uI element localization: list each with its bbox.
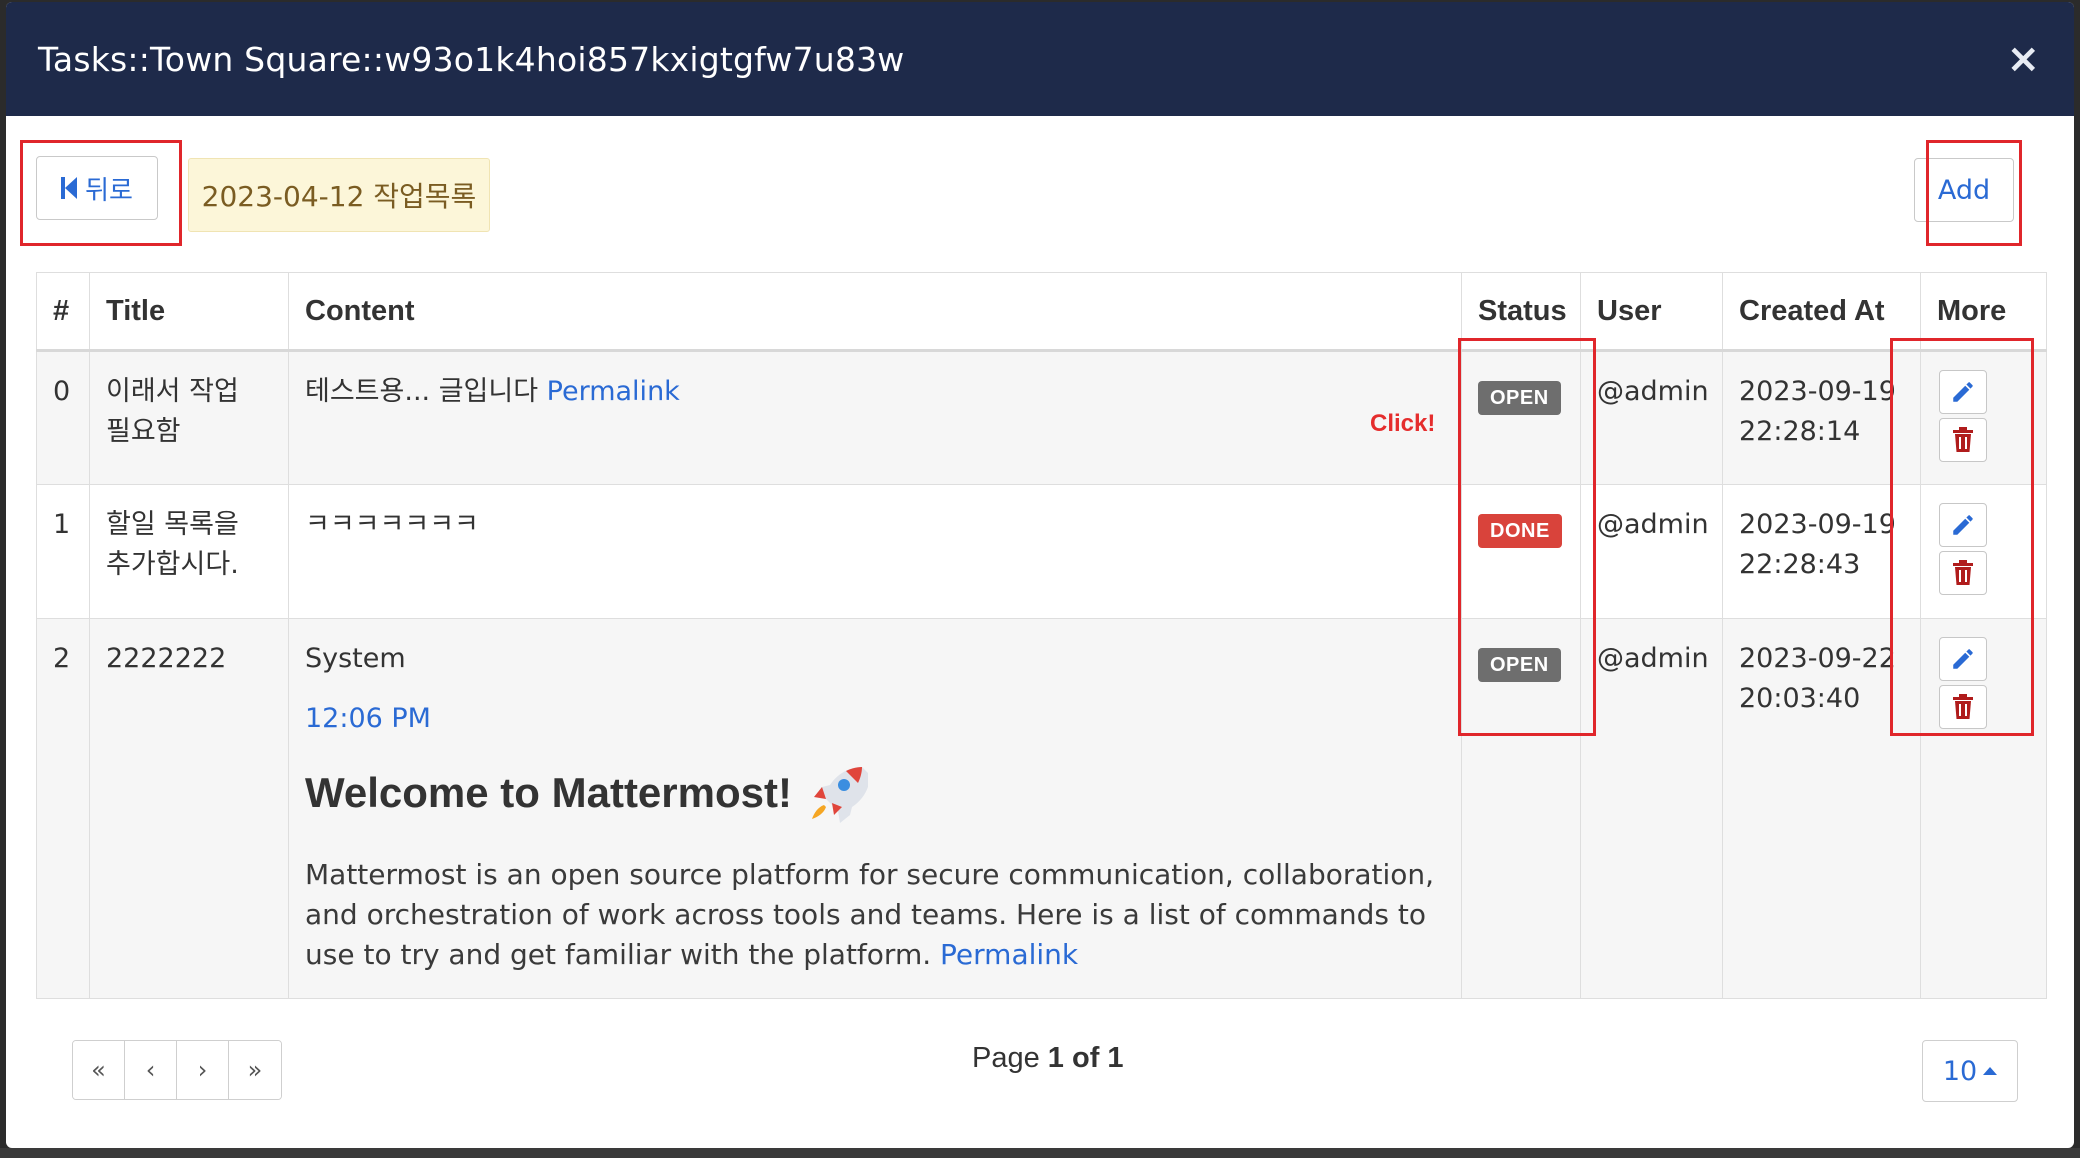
row-status: OPEN: [1461, 618, 1581, 999]
row-created-at: 2023-09-19 22:28:14: [1722, 350, 1921, 485]
rocket-icon: [811, 767, 868, 823]
row-created-at: 2023-09-22 20:03:40: [1722, 618, 1921, 999]
col-header-user: User: [1580, 272, 1723, 352]
message-body-text: Mattermost is an open source platform fo…: [305, 858, 1435, 971]
row-status: OPEN: [1461, 350, 1581, 485]
content-text: 테스트용... 글입니다: [305, 376, 539, 407]
trash-icon: [1953, 427, 1973, 452]
add-button[interactable]: Add: [1914, 158, 2014, 222]
delete-button[interactable]: [1939, 551, 1987, 595]
tasks-modal: Tasks::Town Square::w93o1k4hoi857kxigtgf…: [6, 2, 2074, 1148]
edit-button[interactable]: [1939, 637, 1987, 681]
delete-button[interactable]: [1939, 685, 1987, 729]
col-header-title: Title: [89, 272, 289, 352]
first-page-button[interactable]: «: [73, 1041, 125, 1099]
page-indicator: Page 1 of 1: [972, 1042, 1124, 1075]
next-page-button[interactable]: ›: [177, 1041, 229, 1099]
background-page: [0, 1148, 2080, 1158]
col-header-status: Status: [1461, 272, 1581, 352]
row-num: 2: [36, 618, 90, 999]
trash-icon: [1953, 694, 1973, 719]
row-content: ㅋㅋㅋㅋㅋㅋㅋ: [288, 484, 1462, 619]
status-badge[interactable]: OPEN: [1478, 381, 1561, 415]
row-user: @admin: [1580, 350, 1723, 485]
table-header-row: # Title Content Status User Created At M…: [36, 272, 2047, 352]
message-time[interactable]: 12:06 PM: [305, 699, 1445, 739]
welcome-heading-text: Welcome to Mattermost!: [305, 769, 792, 816]
pencil-icon: [1953, 515, 1973, 535]
permalink-link[interactable]: Permalink: [547, 376, 680, 407]
back-button-label: 뒤로: [85, 175, 133, 206]
last-page-button[interactable]: »: [229, 1041, 281, 1099]
table-row: 2 2222222 System 12:06 PM Welcome to Mat…: [36, 618, 2047, 999]
welcome-heading: Welcome to Mattermost!: [305, 761, 1445, 825]
permalink-link[interactable]: Permalink: [940, 938, 1078, 971]
prev-page-button[interactable]: ‹: [125, 1041, 177, 1099]
page-size-value: 10: [1942, 1055, 1978, 1087]
caret-up-icon: [1983, 1067, 1998, 1075]
table-row: 1 할일 목록을 추가합시다. ㅋㅋㅋㅋㅋㅋㅋ DONE @admin 2023…: [36, 484, 2047, 619]
row-content: System 12:06 PM Welcome to Mattermost! M…: [288, 618, 1462, 999]
row-num: 0: [36, 350, 90, 485]
status-badge[interactable]: DONE: [1478, 514, 1562, 548]
row-title: 이래서 작업 필요함: [89, 350, 289, 485]
row-actions: [1920, 350, 2047, 485]
row-created-at: 2023-09-19 22:28:43: [1722, 484, 1921, 619]
pagination: « ‹ › »: [72, 1040, 282, 1100]
task-table: # Title Content Status User Created At M…: [36, 272, 2047, 999]
col-header-more: More: [1920, 272, 2047, 352]
col-header-num: #: [36, 272, 90, 352]
page-size-select[interactable]: 10: [1922, 1040, 2018, 1102]
click-annotation: Click!: [1370, 410, 1436, 437]
close-icon[interactable]: ×: [2006, 39, 2040, 79]
edit-button[interactable]: [1939, 503, 1987, 547]
row-actions: [1920, 618, 2047, 999]
message-body: Mattermost is an open source platform fo…: [305, 855, 1445, 975]
page-prefix: Page: [972, 1042, 1040, 1074]
row-status: DONE: [1461, 484, 1581, 619]
pencil-icon: [1953, 649, 1973, 669]
row-user: @admin: [1580, 484, 1723, 619]
row-actions: [1920, 484, 2047, 619]
row-title: 2222222: [89, 618, 289, 999]
row-user: @admin: [1580, 618, 1723, 999]
date-label: 2023-04-12 작업목록: [188, 158, 490, 232]
modal-title: Tasks::Town Square::w93o1k4hoi857kxigtgf…: [38, 39, 905, 79]
table-row: 0 이래서 작업 필요함 테스트용... 글입니다 Permalink OPEN…: [36, 350, 2047, 485]
page-current: 1 of 1: [1047, 1042, 1124, 1074]
col-header-content: Content: [288, 272, 1462, 352]
delete-button[interactable]: [1939, 418, 1987, 462]
message-sender: System: [305, 643, 406, 674]
status-badge[interactable]: OPEN: [1478, 648, 1561, 682]
pencil-icon: [1953, 382, 1973, 402]
modal-header: Tasks::Town Square::w93o1k4hoi857kxigtgf…: [6, 2, 2074, 116]
row-title: 할일 목록을 추가합시다.: [89, 484, 289, 619]
edit-button[interactable]: [1939, 370, 1987, 414]
row-content: 테스트용... 글입니다 Permalink: [288, 350, 1462, 485]
row-num: 1: [36, 484, 90, 619]
toolbar: 뒤로 2023-04-12 작업목록 Add: [36, 152, 2044, 232]
col-header-created-at: Created At: [1722, 272, 1921, 352]
step-back-icon: [61, 177, 79, 199]
back-button[interactable]: 뒤로: [36, 156, 158, 220]
trash-icon: [1953, 560, 1973, 585]
